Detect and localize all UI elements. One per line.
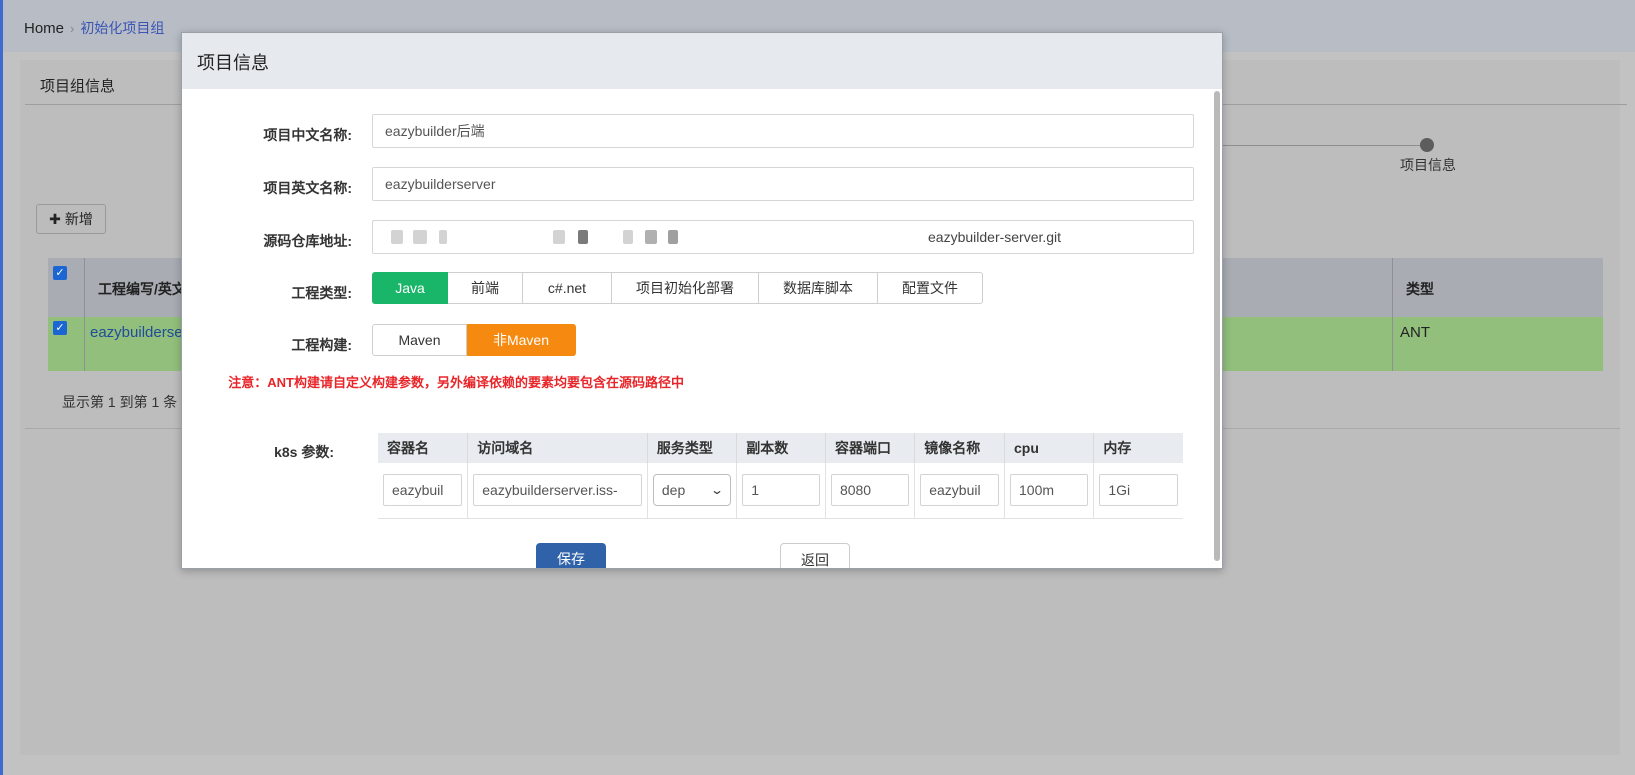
redacted-text xyxy=(668,230,678,244)
project-type-init-deploy[interactable]: 项目初始化部署 xyxy=(612,272,759,304)
k8s-cell: 1 xyxy=(736,463,826,519)
k8s-cell: 8080 xyxy=(824,463,915,519)
k8s-col-cpu: cpu xyxy=(1003,433,1094,463)
k8s-cell: eazybuil xyxy=(378,463,468,519)
breadcrumb: Home › 初始化项目组 xyxy=(24,18,164,38)
cpu-input[interactable]: 100m xyxy=(1010,474,1089,507)
chevron-down-icon: ⌄ xyxy=(710,483,725,498)
project-type-group: Java 前端 c#.net 项目初始化部署 数据库脚本 配置文件 xyxy=(372,272,983,304)
k8s-cell: eazybuilderserver.iss- xyxy=(467,463,648,519)
k8s-col-memory: 内存 xyxy=(1093,433,1183,463)
image-input[interactable]: eazybuil xyxy=(920,474,999,507)
redacted-text xyxy=(391,230,403,244)
project-type-java[interactable]: Java xyxy=(372,272,448,304)
k8s-col-image: 镜像名称 xyxy=(914,433,1005,463)
plus-icon: ✚ xyxy=(49,210,61,227)
breadcrumb-current[interactable]: 初始化项目组 xyxy=(80,18,164,38)
k8s-col-domain: 访问域名 xyxy=(467,433,648,463)
repo-url-input[interactable]: eazybuilder-server.git xyxy=(372,220,1194,254)
redacted-text xyxy=(578,230,588,244)
step-dot xyxy=(1420,138,1434,152)
cn-name-label: 项目中文名称: xyxy=(263,127,352,143)
memory-input[interactable]: 1Gi xyxy=(1099,474,1178,507)
k8s-col-service-type: 服务类型 xyxy=(646,433,737,463)
step-line xyxy=(1220,145,1430,146)
build-maven[interactable]: Maven xyxy=(372,324,467,356)
panel-title: 项目组信息 xyxy=(40,78,116,95)
add-button[interactable]: ✚ 新增 xyxy=(36,204,106,234)
build-label: 工程构建: xyxy=(291,337,352,353)
k8s-col-replicas: 副本数 xyxy=(736,433,826,463)
step-label: 项目信息 xyxy=(1400,157,1456,173)
container-name-input[interactable]: eazybuil xyxy=(383,474,463,507)
header-name: 工程编写/英文 xyxy=(98,281,186,297)
row-type: ANT xyxy=(1400,324,1430,341)
build-group: Maven 非Maven xyxy=(372,324,576,356)
header-type: 类型 xyxy=(1406,281,1434,297)
port-input[interactable]: 8080 xyxy=(830,474,910,507)
k8s-params-table: 容器名 访问域名 服务类型 副本数 容器端口 镜像名称 cpu 内存 eazyb… xyxy=(378,433,1183,519)
redacted-text xyxy=(553,230,565,244)
breadcrumb-separator: › xyxy=(70,20,75,36)
k8s-header-row: 容器名 访问域名 服务类型 副本数 容器端口 镜像名称 cpu 内存 xyxy=(378,433,1183,463)
redacted-text xyxy=(623,230,633,244)
build-non-maven[interactable]: 非Maven xyxy=(467,324,576,356)
k8s-col-port: 容器端口 xyxy=(824,433,915,463)
breadcrumb-home[interactable]: Home xyxy=(24,20,64,37)
row-name-link[interactable]: eazybuilderse xyxy=(90,324,183,341)
build-warning: 注意：ANT构建请自定义构建参数，另外编译依赖的要素均要包含在源码路径中 xyxy=(228,375,684,390)
replicas-input[interactable]: 1 xyxy=(742,474,820,507)
k8s-cell: 1Gi xyxy=(1093,463,1183,519)
k8s-cell: dep ⌄ xyxy=(646,463,737,519)
service-type-select[interactable]: dep ⌄ xyxy=(652,474,732,507)
project-info-modal: 项目信息 项目中文名称: eazybuilder后端 项目英文名称: eazyb… xyxy=(181,32,1223,569)
cn-name-input[interactable]: eazybuilder后端 xyxy=(372,114,1194,148)
k8s-label: k8s 参数: xyxy=(274,444,334,460)
project-type-frontend[interactable]: 前端 xyxy=(448,272,523,304)
domain-input[interactable]: eazybuilderserver.iss- xyxy=(473,474,642,507)
back-button[interactable]: 返回 xyxy=(780,543,850,568)
project-type-db-script[interactable]: 数据库脚本 xyxy=(759,272,878,304)
table-footer: 显示第 1 到第 1 条 xyxy=(62,394,178,410)
modal-header: 项目信息 xyxy=(182,33,1222,89)
k8s-col-container-name: 容器名 xyxy=(378,433,468,463)
en-name-input[interactable]: eazybuilderserver xyxy=(372,167,1194,201)
column-divider xyxy=(84,258,85,371)
k8s-cell: 100m xyxy=(1003,463,1094,519)
project-type-label: 工程类型: xyxy=(291,285,352,301)
column-divider xyxy=(1392,258,1393,371)
repo-url-label: 源码仓库地址: xyxy=(263,233,352,249)
redacted-text xyxy=(413,230,427,244)
k8s-cell: eazybuil xyxy=(914,463,1005,519)
add-button-label: 新增 xyxy=(64,211,93,227)
en-name-label: 项目英文名称: xyxy=(263,180,352,196)
save-button[interactable]: 保存 xyxy=(536,543,606,568)
repo-url-suffix: eazybuilder-server.git xyxy=(928,229,1062,245)
project-type-config-file[interactable]: 配置文件 xyxy=(878,272,983,304)
redacted-text xyxy=(645,230,657,244)
k8s-data-row: eazybuil eazybuilderserver.iss- dep ⌄ 1 … xyxy=(378,463,1183,519)
row-checkbox[interactable]: ✓ xyxy=(53,321,67,335)
select-all-checkbox[interactable]: ✓ xyxy=(53,266,67,280)
project-type-csharp[interactable]: c#.net xyxy=(523,272,612,304)
modal-title: 项目信息 xyxy=(197,53,269,73)
left-edge-bar xyxy=(0,0,3,775)
redacted-text xyxy=(439,230,447,244)
service-type-value: dep xyxy=(661,482,686,499)
modal-scrollbar[interactable] xyxy=(1214,91,1220,561)
